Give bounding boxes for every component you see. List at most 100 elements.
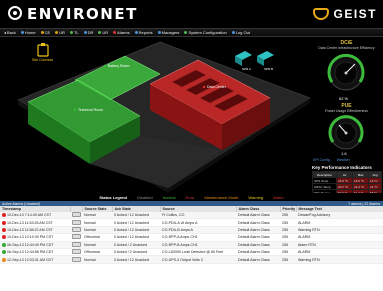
alarm-row[interactable]: 10-Dec-13 12:10:39 PM CST Offnormal 0 Acke… (0, 233, 383, 242)
alarm-cell-prio: 255 (280, 233, 296, 242)
alarm-cell-ack: 0 Acked / 12 Unacked (112, 226, 160, 235)
dcie-gauge (327, 53, 365, 91)
legend-item: Alarm (273, 194, 284, 200)
nav-item[interactable]: Reports (134, 30, 153, 35)
ack-button[interactable] (72, 219, 81, 225)
nav-item[interactable]: Alarms (113, 30, 130, 35)
legend-title: Status Legend (99, 194, 127, 200)
alarm-severity-icon (2, 213, 6, 218)
spr-a-label: SPR A (242, 67, 251, 71)
geist-logo: GEIST (313, 6, 377, 22)
data-center-status-dot (202, 85, 206, 89)
vendor-name: GEIST (333, 7, 377, 21)
legend-item: Maintenance Mode (204, 194, 239, 200)
alarm-ack-cell (70, 212, 82, 220)
alarm-cell-ack: 0 Acked / 12 Unacked (112, 255, 160, 264)
alarm-cell-ack: 0 Acked / 12 Unacked (112, 212, 160, 220)
ack-button[interactable] (72, 241, 81, 247)
alarm-severity-icon (2, 257, 6, 262)
alarm-row[interactable]: 06-Sep-13 12:44:58 PM CDT Offnormal 0 Acke… (0, 248, 383, 257)
alarm-cell-msg: Warning RTN (296, 226, 383, 235)
nav-item[interactable]: TL (69, 30, 79, 35)
alarm-count: 7 alarms | 22 Alarms (348, 201, 380, 206)
alarm-cell-cls: Default Alarm Class (236, 233, 280, 242)
nav-item[interactable]: DR (83, 30, 93, 35)
nav-icon (55, 31, 59, 34)
site-marker-icon[interactable] (37, 44, 49, 57)
alarm-cell-source: Ft Collins, CO (160, 212, 236, 220)
alarm-timestamp-cell: 10-Dec-13 12:10:39 PM CST (0, 233, 70, 242)
alarm-row[interactable]: 10-Dec-13 11:58:22 AM CST Normal 0 Acked /… (0, 226, 383, 235)
alarm-row[interactable]: 12-Sep-13 12:03:31 AM CDT Normal 0 Acked /… (0, 255, 383, 264)
kpi-config-link[interactable]: KPI Config (313, 158, 330, 162)
nav-item[interactable]: Log Out (231, 30, 250, 35)
ack-button[interactable] (72, 212, 81, 218)
site-marker-handle-icon (41, 43, 45, 46)
alarm-cell-source: CO-RPP-B Amps CH1 (160, 241, 236, 249)
alarm-cell-state: Normal (82, 255, 112, 264)
alarm-timestamp-cell: 10-Dec-13 7:14:49 AM CST (0, 212, 70, 220)
nav-item[interactable]: UR (55, 30, 65, 35)
alarm-cell-cls: Default Alarm Class (236, 226, 280, 235)
technical-room-label: Technical Room (78, 108, 103, 112)
alarm-row[interactable]: 06-Sep-13 12:44:49 PM CDT Normal 0 Acked /… (0, 241, 383, 249)
nav-icon (157, 31, 161, 34)
data-center-label: Data Center (207, 85, 227, 89)
alarm-cell-source: CO-PDU-A Ut Amps A (160, 218, 236, 227)
alarm-timestamp-cell: 10-Dec-13 11:53:26 AM CST (0, 218, 70, 227)
legend-item: Error (185, 194, 195, 200)
alarm-cell-msg: ALARM (296, 218, 383, 227)
weather-link[interactable]: Weather (337, 158, 350, 162)
alarm-severity-icon (2, 242, 6, 247)
alarm-timestamp-cell: 12-Sep-13 12:03:31 AM CDT (0, 255, 70, 264)
alarm-ack-cell (70, 226, 82, 235)
alarm-ack-cell (70, 248, 82, 257)
nav-item[interactable]: Managers (157, 30, 180, 35)
nav-item[interactable]: System Configuration (184, 30, 227, 35)
alarm-cell-prio: 255 (280, 241, 296, 249)
floor-plan: Site Colorado Battery Room Technical Roo… (0, 38, 311, 193)
alarm-panel-title: Active Alarms (Unacked) (2, 201, 41, 206)
battery-room-label: Battery Room (108, 64, 129, 68)
alarm-cell-prio: 255 (280, 218, 296, 227)
alarm-row[interactable]: 10-Dec-13 11:53:26 AM CST Normal 0 Acked /… (0, 218, 383, 227)
alarm-table: Timestamp Source State Ack State Source Alar… (0, 206, 383, 264)
nav-icon (40, 31, 44, 34)
alarm-timestamp-cell: 10-Dec-13 11:58:22 AM CST (0, 226, 70, 235)
nav-item-label: Home (24, 30, 36, 35)
alarm-row[interactable]: 10-Dec-13 7:14:49 AM CST Normal 0 Acked / … (0, 212, 383, 220)
ack-button[interactable] (72, 256, 81, 262)
alarm-cell-cls: Default Alarm Class (236, 212, 280, 220)
alarm-timestamp: 10-Dec-13 12:10:39 PM CST (7, 235, 54, 240)
nav-icon (184, 31, 188, 34)
dcie-value: 62 % (339, 96, 349, 101)
nav-icon (231, 31, 235, 34)
nav-icon (83, 31, 87, 34)
nav-item[interactable]: UR (98, 30, 108, 35)
nav-item[interactable]: Home (20, 30, 36, 35)
alarm-cell-prio: 255 (280, 255, 296, 264)
alarm-cell-ack: 0 Acked / 2 Unacked (112, 248, 160, 257)
ack-button[interactable] (72, 249, 81, 255)
alarm-cell-msg: Alarm RTN (296, 241, 383, 249)
alarm-cell-msg: ALARM (296, 248, 383, 257)
ack-button[interactable] (72, 234, 81, 240)
brand-name: ENVIRONET (27, 5, 138, 23)
alarm-cell-source: CO-PDU-B Amps A (160, 226, 236, 235)
alarm-timestamp: 10-Dec-13 7:14:49 AM CST (7, 213, 52, 218)
nav-item[interactable]: ◂ Back (4, 30, 16, 35)
ack-button[interactable] (72, 226, 81, 232)
top-bar: ENVIRONET GEIST (0, 0, 383, 26)
alarm-cell-state: Normal (82, 212, 112, 220)
alarm-ack-cell (70, 233, 82, 242)
alarm-timestamp-cell: 06-Sep-13 12:44:58 PM CDT (0, 248, 70, 257)
nav-item-label: UR (59, 30, 65, 35)
nav-icon (113, 31, 117, 34)
nav-item-label: Managers (161, 30, 180, 35)
nav-item[interactable]: CE (40, 30, 50, 35)
nav-item-label: Back (7, 30, 16, 35)
status-legend: Status Legend Disabled Normal Error Maintena… (0, 193, 383, 201)
nav-item-label: TL (73, 30, 79, 35)
kpi-title: Key Performance Indicators (312, 165, 372, 170)
alarm-cell-state: Offnormal (82, 248, 112, 257)
